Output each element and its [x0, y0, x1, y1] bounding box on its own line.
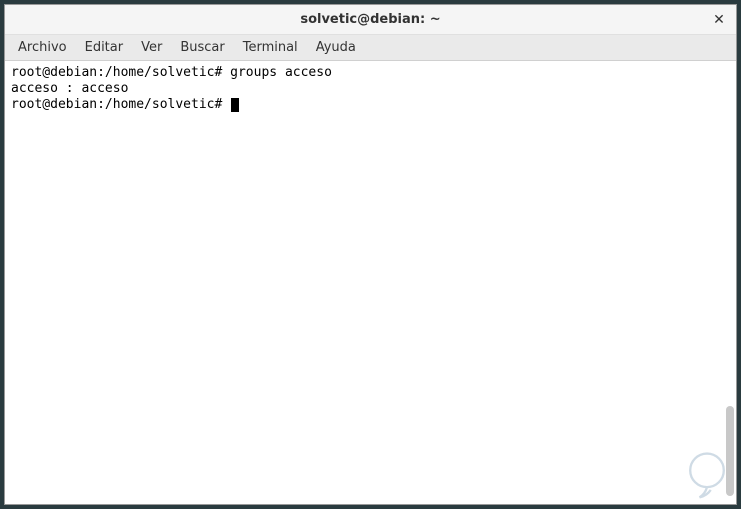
command-text: groups acceso	[230, 65, 332, 80]
window-title: solvetic@debian: ~	[300, 12, 440, 27]
prompt: root@debian:/home/solvetic#	[11, 65, 222, 80]
menu-archivo[interactable]: Archivo	[9, 37, 76, 58]
prompt: root@debian:/home/solvetic#	[11, 97, 222, 112]
terminal-window: solvetic@debian: ~ ✕ Archivo Editar Ver …	[4, 4, 737, 505]
menu-ayuda[interactable]: Ayuda	[307, 37, 365, 58]
menu-ver[interactable]: Ver	[132, 37, 171, 58]
menu-buscar[interactable]: Buscar	[171, 37, 233, 58]
terminal-cursor	[231, 98, 239, 112]
menubar: Archivo Editar Ver Buscar Terminal Ayuda	[5, 35, 736, 61]
output-text: acceso : acceso	[11, 81, 128, 96]
menu-editar[interactable]: Editar	[76, 37, 133, 58]
terminal-line: root@debian:/home/solvetic#	[11, 97, 730, 113]
menu-terminal[interactable]: Terminal	[234, 37, 307, 58]
terminal-line: root@debian:/home/solvetic# groups acces…	[11, 65, 730, 81]
scrollbar-thumb[interactable]	[726, 406, 734, 496]
close-icon: ✕	[713, 12, 725, 28]
terminal-output[interactable]: root@debian:/home/solvetic# groups acces…	[5, 61, 736, 504]
terminal-line: acceso : acceso	[11, 81, 730, 97]
close-button[interactable]: ✕	[710, 11, 728, 29]
titlebar[interactable]: solvetic@debian: ~ ✕	[5, 5, 736, 35]
